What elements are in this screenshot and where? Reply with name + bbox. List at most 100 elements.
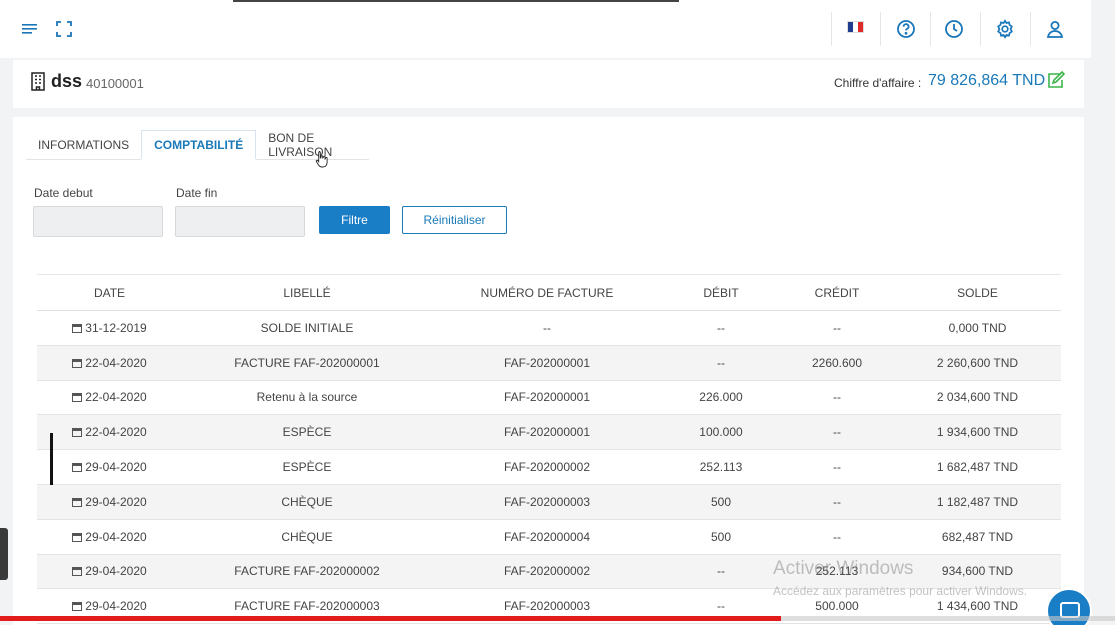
date-fin-label: Date fin	[176, 186, 218, 200]
cell-libelle: FACTURE FAF-202000001	[182, 345, 432, 381]
table-row[interactable]: 31-12-2019 SOLDE INITIALE -- -- -- 0,000 TND	[37, 310, 1061, 346]
column-header-date[interactable]: DATE	[37, 274, 182, 311]
cell-libelle: SOLDE INITIALE	[182, 310, 432, 346]
cell-libelle: FACTURE FAF-202000002	[182, 554, 432, 590]
cell-date-text: 22-04-2020	[85, 355, 147, 370]
table-row[interactable]: 22-04-2020 FACTURE FAF-202000001 FAF-20200…	[37, 345, 1061, 381]
revenue-label: Chiffre d'affaire :	[834, 76, 922, 90]
date-fin-field[interactable]	[175, 206, 305, 237]
cell-debit: 500	[662, 484, 780, 520]
main-panel: INFORMATIONS COMPTABILITÉ BON DE LIVRAIS…	[13, 117, 1084, 625]
column-header-solde[interactable]: SOLDE	[894, 274, 1061, 311]
cell-solde: 0,000 TND	[894, 310, 1061, 346]
cell-date: 29-04-2020	[37, 519, 182, 555]
cell-credit: --	[780, 414, 894, 451]
video-progress-bar[interactable]	[0, 616, 1115, 621]
cell-libelle: Retenu à la source	[182, 380, 432, 416]
help-icon[interactable]	[894, 17, 918, 41]
cell-credit: 2260.600	[780, 345, 894, 381]
cell-libelle: CHÈQUE	[182, 519, 432, 555]
cell-date-text: 31-12-2019	[85, 320, 147, 335]
cell-numero-facture: FAF-202000004	[432, 519, 662, 555]
table-row[interactable]: 29-04-2020 CHÈQUE FAF-202000003 500 -- 1 182,…	[37, 484, 1061, 520]
side-handle[interactable]	[0, 528, 8, 580]
cell-numero-facture: --	[432, 310, 662, 346]
divider	[930, 12, 931, 46]
table-row[interactable]: 22-04-2020 ESPÈCE FAF-202000001 100.000 -- 1 …	[37, 414, 1061, 451]
cell-solde: 2 034,600 TND	[894, 380, 1061, 416]
cell-date: 29-04-2020	[37, 449, 182, 485]
divider	[880, 12, 881, 46]
cell-date-text: 29-04-2020	[85, 599, 147, 614]
calendar-icon	[72, 358, 83, 368]
cell-numero-facture: FAF-202000002	[432, 554, 662, 590]
calendar-icon	[72, 323, 83, 333]
cell-debit: 226.000	[662, 380, 780, 416]
cell-numero-facture: FAF-202000001	[432, 414, 662, 451]
tab-comptabilite[interactable]: COMPTABILITÉ	[141, 130, 257, 160]
filter-button[interactable]: Filtre	[319, 206, 390, 234]
scroll-indicator	[233, 0, 679, 2]
menu-icon[interactable]	[18, 17, 42, 41]
calendar-icon	[72, 497, 83, 507]
cell-credit: --	[780, 310, 894, 346]
cell-date-text: 29-04-2020	[85, 564, 147, 579]
history-icon[interactable]	[942, 17, 966, 41]
calendar-icon	[72, 393, 83, 403]
settings-icon[interactable]	[993, 17, 1017, 41]
column-header-numero-facture[interactable]: NUMÉRO DE FACTURE	[432, 274, 662, 311]
calendar-icon	[72, 567, 83, 577]
building-icon	[31, 72, 45, 96]
mouse-cursor-icon	[315, 150, 329, 173]
cell-date-text: 22-04-2020	[85, 425, 147, 440]
cell-credit: --	[780, 380, 894, 416]
calendar-icon	[72, 463, 83, 473]
date-debut-label: Date debut	[34, 186, 93, 200]
cell-libelle: ESPÈCE	[182, 414, 432, 451]
cell-debit: 100.000	[662, 414, 780, 451]
cell-debit: --	[662, 345, 780, 381]
cell-solde: 1 682,487 TND	[894, 449, 1061, 485]
cell-debit: 252.113	[662, 449, 780, 485]
cell-credit: --	[780, 449, 894, 485]
user-icon[interactable]	[1043, 17, 1067, 41]
cell-debit: --	[662, 554, 780, 590]
calendar-icon	[72, 602, 83, 612]
table-row[interactable]: 29-04-2020 ESPÈCE FAF-202000002 252.113 -- 1 …	[37, 449, 1061, 485]
date-debut-field[interactable]	[33, 206, 163, 237]
table-row[interactable]: 22-04-2020 Retenu à la source FAF-20200000…	[37, 380, 1061, 416]
calendar-icon	[72, 532, 83, 542]
cell-date-text: 29-04-2020	[85, 529, 147, 544]
cell-credit: --	[780, 484, 894, 520]
column-header-debit[interactable]: DÉBIT	[662, 274, 780, 311]
top-bar	[0, 0, 1091, 58]
reset-button[interactable]: Réinitialiser	[402, 206, 507, 234]
annotation-mark	[50, 433, 53, 485]
cell-debit: 500	[662, 519, 780, 555]
column-header-libelle[interactable]: LIBELLÉ	[182, 274, 432, 311]
cell-date: 29-04-2020	[37, 554, 182, 590]
flag-france-icon[interactable]	[847, 21, 864, 33]
cell-numero-facture: FAF-202000001	[432, 345, 662, 381]
cell-date: 22-04-2020	[37, 380, 182, 416]
divider	[831, 12, 832, 46]
tab-informations[interactable]: INFORMATIONS	[26, 130, 141, 160]
edit-icon[interactable]	[1047, 70, 1067, 94]
windows-activation-subtitle: Accédez aux paramètres pour activer Wind…	[773, 584, 1028, 598]
revenue-value: 79 826,864 TND	[928, 72, 1046, 89]
table-header-row: DATE LIBELLÉ NUMÉRO DE FACTURE DÉBIT CRÉ…	[37, 274, 1061, 311]
cell-date: 22-04-2020	[37, 414, 182, 451]
fullscreen-icon[interactable]	[52, 17, 76, 41]
cell-solde: 1 934,600 TND	[894, 414, 1061, 451]
table-row[interactable]: 29-04-2020 CHÈQUE FAF-202000004 500 -- 682,48…	[37, 519, 1061, 555]
cell-debit: --	[662, 310, 780, 346]
cell-date: 22-04-2020	[37, 345, 182, 381]
cell-libelle: CHÈQUE	[182, 484, 432, 520]
divider	[1030, 12, 1031, 46]
column-header-credit[interactable]: CRÉDIT	[780, 274, 894, 311]
tab-bon-de-livraison[interactable]: BON DE LIVRAISON	[256, 130, 369, 160]
video-progress-fill	[0, 616, 781, 621]
cell-numero-facture: FAF-202000001	[432, 380, 662, 416]
client-name: dss	[51, 71, 83, 91]
cell-libelle: ESPÈCE	[182, 449, 432, 485]
